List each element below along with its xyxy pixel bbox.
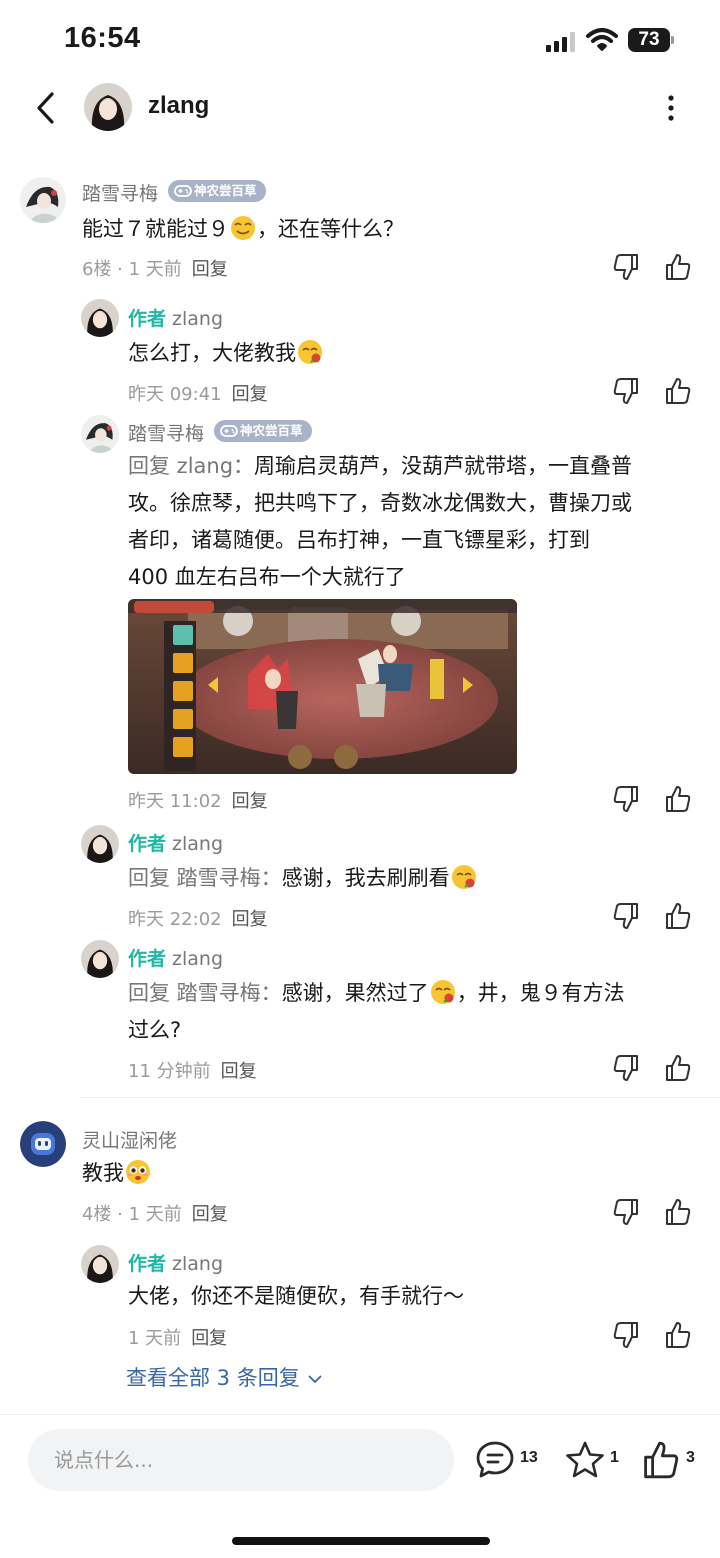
reply-prefix: 回复 zlang： bbox=[128, 454, 255, 478]
rose-emoji-icon bbox=[298, 340, 322, 364]
avatar[interactable] bbox=[81, 299, 119, 337]
back-icon[interactable] bbox=[32, 90, 62, 126]
reply-prefix: 回复 踏雪寻梅： bbox=[128, 866, 282, 890]
comment-meta: 昨天 22:02 回复 bbox=[128, 909, 268, 930]
comment-meta: 4楼 · 1 天前 回复 bbox=[82, 1204, 228, 1225]
comments-button[interactable]: 13 bbox=[474, 1439, 546, 1481]
dislike-icon[interactable] bbox=[611, 1053, 641, 1083]
comment-meta: 11 分钟前 回复 bbox=[128, 1061, 257, 1082]
nav-bar: zlang bbox=[0, 80, 720, 136]
comment-username[interactable]: 作者 zlang bbox=[128, 829, 223, 856]
comment-username[interactable]: 踏雪寻梅 bbox=[82, 179, 158, 206]
reply-button[interactable]: 回复 bbox=[221, 1061, 257, 1082]
likes-count: 3 bbox=[686, 1449, 695, 1466]
badge-label: 神农尝百草 bbox=[240, 423, 303, 438]
header-username[interactable]: zlang bbox=[148, 92, 209, 120]
badge-label: 神农尝百草 bbox=[194, 183, 257, 198]
gamepad-icon bbox=[174, 185, 192, 197]
comment-username[interactable]: 作者 zlang bbox=[128, 1249, 223, 1276]
view-all-replies-link[interactable]: 查看全部 3 条回复 bbox=[126, 1362, 322, 1392]
like-icon[interactable] bbox=[663, 901, 693, 931]
like-icon[interactable] bbox=[663, 1197, 693, 1227]
author-tag: 作者 bbox=[128, 833, 167, 855]
comment-text: 怎么打，大佬教我 bbox=[128, 335, 324, 372]
status-time: 16:54 bbox=[64, 22, 141, 54]
comment-username[interactable]: 作者 zlang bbox=[128, 304, 223, 331]
dislike-icon[interactable] bbox=[611, 1197, 641, 1227]
author-tag: 作者 bbox=[128, 308, 167, 330]
like-post-button[interactable]: 3 bbox=[640, 1439, 702, 1481]
comment-image[interactable] bbox=[128, 599, 517, 774]
comment-icon bbox=[476, 1441, 514, 1478]
gamepad-icon bbox=[220, 425, 238, 437]
comment-text: 教我 bbox=[82, 1155, 152, 1192]
dislike-icon[interactable] bbox=[611, 901, 641, 931]
dislike-icon[interactable] bbox=[611, 376, 641, 406]
comment-meta: 6楼 · 1 天前 回复 bbox=[82, 259, 228, 280]
comment-username[interactable]: 踏雪寻梅 bbox=[128, 419, 204, 446]
comment-text: 回复 zlang：周瑜启灵葫芦，没葫芦就带塔，一直叠普 攻。徐庶琴，把共鸣下了，… bbox=[128, 454, 633, 589]
avatar[interactable] bbox=[81, 825, 119, 863]
like-icon[interactable] bbox=[663, 784, 693, 814]
reply-button[interactable]: 回复 bbox=[232, 909, 268, 930]
avatar[interactable] bbox=[81, 415, 119, 453]
comment-meta: 昨天 11:02 回复 bbox=[128, 791, 268, 812]
comment-meta: 1 天前 回复 bbox=[128, 1328, 228, 1349]
header-avatar[interactable] bbox=[84, 83, 132, 131]
comment-text: 回复 踏雪寻梅：感谢，果然过了 ，井，鬼９有方法 过么? bbox=[128, 980, 625, 1042]
reply-button[interactable]: 回复 bbox=[192, 259, 228, 280]
like-icon[interactable] bbox=[663, 252, 693, 282]
reply-button[interactable]: 回复 bbox=[232, 384, 268, 405]
user-badge: 神农尝百草 bbox=[168, 180, 266, 202]
comment-text: 能过７就能过９ ，还在等什么？ bbox=[82, 216, 404, 241]
author-tag: 作者 bbox=[128, 1253, 167, 1275]
avatar[interactable] bbox=[81, 940, 119, 978]
reply-button[interactable]: 回复 bbox=[192, 1204, 228, 1225]
like-icon[interactable] bbox=[663, 1053, 693, 1083]
comment-input[interactable]: 说点什么... bbox=[28, 1429, 454, 1491]
pleading-emoji-icon bbox=[126, 1160, 150, 1184]
dislike-icon[interactable] bbox=[611, 784, 641, 814]
user-badge: 神农尝百草 bbox=[214, 420, 312, 442]
comment-username[interactable]: 灵山湿闲佬 bbox=[82, 1126, 177, 1153]
author-tag: 作者 bbox=[128, 948, 167, 970]
favorites-count: 1 bbox=[610, 1449, 619, 1466]
comment-text: 大佬，你还不是随便砍，有手就行～ bbox=[128, 1284, 464, 1308]
reply-button[interactable]: 回复 bbox=[191, 1328, 227, 1349]
avatar[interactable] bbox=[20, 1121, 66, 1167]
dislike-icon[interactable] bbox=[611, 1320, 641, 1350]
divider bbox=[80, 1097, 720, 1098]
reply-prefix: 回复 踏雪寻梅： bbox=[128, 981, 282, 1005]
comment-text: 回复 踏雪寻梅：感谢，我去刷刷看 bbox=[128, 860, 478, 897]
reply-button[interactable]: 回复 bbox=[232, 791, 268, 812]
signal-icon bbox=[546, 32, 575, 52]
bottom-bar: 说点什么... 13 1 3 bbox=[0, 1414, 720, 1558]
like-icon[interactable] bbox=[663, 1320, 693, 1350]
chevron-down-icon bbox=[308, 1375, 322, 1384]
more-icon[interactable] bbox=[656, 92, 686, 124]
avatar[interactable] bbox=[81, 1245, 119, 1283]
star-icon bbox=[566, 1441, 604, 1478]
rose-emoji-icon bbox=[430, 980, 455, 1004]
comment-username[interactable]: 作者 zlang bbox=[128, 944, 223, 971]
wifi-icon bbox=[586, 28, 618, 51]
battery-icon: 73 bbox=[628, 28, 674, 52]
like-icon[interactable] bbox=[663, 376, 693, 406]
home-indicator bbox=[232, 1537, 490, 1545]
rose-emoji-icon bbox=[451, 865, 476, 889]
comments-count: 13 bbox=[520, 1449, 538, 1466]
favorite-button[interactable]: 1 bbox=[564, 1439, 624, 1481]
dislike-icon[interactable] bbox=[611, 252, 641, 282]
battery-level: 73 bbox=[628, 28, 670, 52]
thumbs-up-icon bbox=[644, 1441, 679, 1479]
status-bar: 16:54 73 bbox=[0, 0, 720, 80]
avatar[interactable] bbox=[20, 177, 66, 223]
smile-emoji-icon bbox=[231, 216, 255, 240]
comment-meta: 昨天 09:41 回复 bbox=[128, 384, 268, 405]
